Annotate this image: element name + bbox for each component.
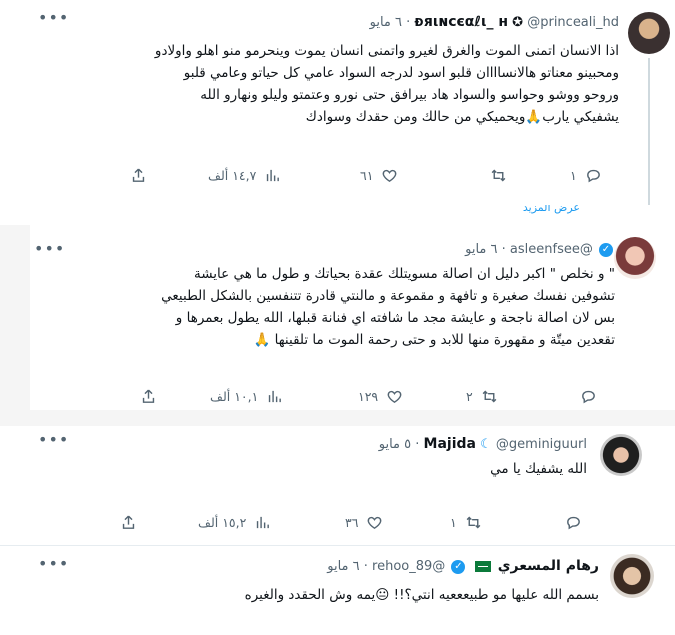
- avatar[interactable]: [600, 434, 642, 476]
- views-count: ١٠,١ ألف: [210, 388, 259, 404]
- tweet-3[interactable]: Majida ☾ @geminiguurl · ٥ مايو ••• الله …: [0, 426, 675, 544]
- retweet-count: ١: [450, 514, 457, 530]
- tweet-header: Majida ☾ @geminiguurl · ٥ مايو: [378, 436, 587, 452]
- display-name[interactable]: رهام المسعري: [498, 558, 599, 574]
- handle[interactable]: @asleenfsee: [510, 242, 593, 257]
- avatar[interactable]: [610, 554, 654, 598]
- share-button[interactable]: [120, 512, 137, 532]
- reply-icon: [567, 516, 580, 529]
- more-options-icon[interactable]: •••: [38, 8, 69, 27]
- views-count: ١٤,٧ ألف: [208, 167, 257, 183]
- retweet-button[interactable]: [490, 165, 507, 185]
- more-options-icon[interactable]: •••: [38, 430, 69, 449]
- reply-count: ١: [570, 167, 577, 183]
- display-name[interactable]: ᴆяιɴcєαℓι_ н: [414, 14, 508, 30]
- tweet-header: ᴆяιɴcєαℓι_ н ✪ @princeali_hd · ٦ مايو: [369, 14, 619, 30]
- views-count: ١٥,٢ ألف: [198, 514, 247, 530]
- verified-icon: ✓: [451, 559, 466, 574]
- analytics-icon: [267, 169, 280, 181]
- retweet-button[interactable]: ١: [450, 512, 482, 532]
- display-name[interactable]: Majida: [424, 436, 476, 452]
- share-icon: [122, 515, 135, 529]
- retweet-count: ٢: [466, 388, 473, 404]
- heart-icon: [383, 169, 397, 182]
- retweet-button[interactable]: ٢: [466, 386, 498, 406]
- flag-icon: [474, 561, 491, 572]
- verified-icon: ✓: [599, 242, 613, 257]
- tweet-text: اذا الانسان اتمنى الموت والغرق لغيرو وات…: [154, 43, 619, 125]
- reply-icon: [586, 169, 600, 182]
- tweet-2[interactable]: ✓ @asleenfsee · ٦ مايو ••• " و نخلص " اك…: [30, 225, 675, 410]
- views-button[interactable]: ١٠,١ ألف: [210, 386, 283, 406]
- reply-button[interactable]: ١: [570, 165, 602, 185]
- tweet-actions: ١٤,٧ ألف ٦١ ١: [130, 165, 620, 185]
- retweet-icon: [482, 390, 497, 402]
- tweet-1[interactable]: ᴆяιɴcєαℓι_ н ✪ @princeali_hd · ٦ مايو ••…: [0, 0, 675, 208]
- handle[interactable]: @geminiguurl: [496, 437, 587, 452]
- tweet-header: ✓ @asleenfsee · ٦ مايو: [465, 241, 615, 257]
- thread-line: [648, 58, 650, 208]
- more-options-icon[interactable]: •••: [38, 554, 69, 573]
- tweet-header: رهام المسعري ✓ @rehoo_89 · ٦ مايو: [327, 558, 599, 574]
- reply-button[interactable]: [580, 386, 597, 406]
- like-button[interactable]: ٣٦: [345, 512, 383, 532]
- moon-icon: ☾: [480, 437, 492, 452]
- like-count: ١٢٩: [358, 388, 379, 404]
- analytics-icon: [257, 516, 270, 528]
- tweet-actions: ١٥,٢ ألف ٣٦ ١: [120, 512, 590, 532]
- analytics-icon: [269, 390, 282, 402]
- like-button[interactable]: ٦١: [360, 165, 398, 185]
- share-button[interactable]: [130, 165, 147, 185]
- tweet-text: " و نخلص " اكبر دليل ان اصالة مسويتلك عق…: [161, 266, 615, 348]
- heart-icon: [368, 516, 382, 529]
- like-button[interactable]: ١٢٩: [358, 386, 403, 406]
- tweet-text: الله يشفيك يا مي: [490, 461, 587, 477]
- tweet-text: بسمم الله عليها مو طبيعععيه انتي؟!! 😐يمه…: [244, 587, 599, 603]
- views-button[interactable]: ١٤,٧ ألف: [208, 165, 281, 185]
- badge-icon: ✪: [512, 15, 524, 30]
- avatar[interactable]: [614, 237, 656, 279]
- retweet-icon: [466, 516, 481, 528]
- handle[interactable]: @rehoo_89: [372, 559, 445, 574]
- date[interactable]: ٦ مايو: [327, 559, 359, 574]
- avatar[interactable]: [628, 12, 670, 54]
- like-count: ٣٦: [345, 514, 359, 530]
- date[interactable]: ٥ مايو: [379, 437, 411, 452]
- retweet-icon: [491, 169, 506, 181]
- handle[interactable]: @princeali_hd: [527, 15, 619, 30]
- tweet-4[interactable]: رهام المسعري ✓ @rehoo_89 · ٦ مايو ••• بس…: [0, 546, 675, 635]
- heart-icon: [387, 390, 402, 403]
- partial-strip: عرض المزيد: [0, 205, 675, 225]
- share-icon: [132, 168, 145, 182]
- reply-icon: [582, 390, 595, 403]
- like-count: ٦١: [360, 167, 374, 183]
- date[interactable]: ٦ مايو: [465, 242, 497, 257]
- share-button[interactable]: [140, 386, 157, 406]
- share-icon: [142, 389, 155, 403]
- views-button[interactable]: ١٥,٢ ألف: [198, 512, 271, 532]
- date[interactable]: ٦ مايو: [370, 15, 402, 30]
- more-options-icon[interactable]: •••: [34, 239, 65, 258]
- partial-text[interactable]: عرض المزيد: [523, 205, 580, 214]
- tweet-actions: ١٠,١ ألف ١٢٩ ٢: [140, 386, 620, 406]
- reply-button[interactable]: [565, 512, 582, 532]
